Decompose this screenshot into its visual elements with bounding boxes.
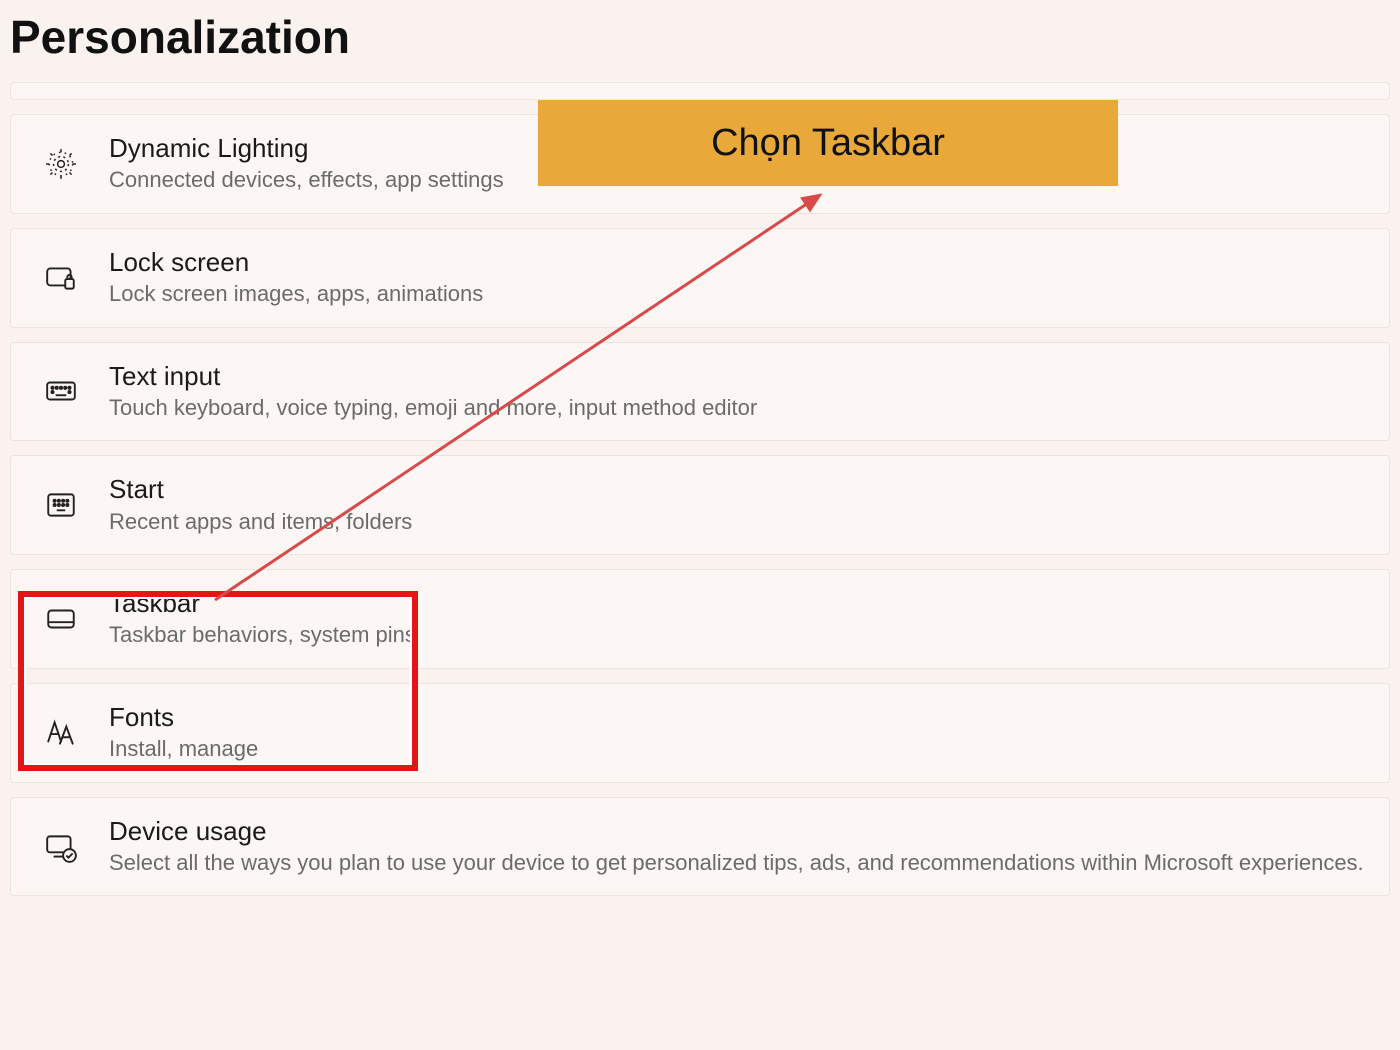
item-title: Taskbar: [109, 588, 1367, 619]
start-icon: [41, 485, 81, 525]
settings-item-text-input[interactable]: Text input Touch keyboard, voice typing,…: [10, 342, 1390, 442]
device-usage-icon: [41, 827, 81, 867]
settings-item-start[interactable]: Start Recent apps and items, folders: [10, 455, 1390, 555]
item-desc: Install, manage: [109, 735, 1367, 764]
lock-screen-icon: [41, 258, 81, 298]
item-title: Device usage: [109, 816, 1367, 847]
page-title: Personalization: [0, 0, 1400, 82]
settings-item-lock-screen[interactable]: Lock screen Lock screen images, apps, an…: [10, 228, 1390, 328]
fonts-icon: [41, 713, 81, 753]
annotation-callout: Chọn Taskbar: [538, 100, 1118, 186]
item-title: Text input: [109, 361, 1367, 392]
settings-item-taskbar[interactable]: Taskbar Taskbar behaviors, system pins: [10, 569, 1390, 669]
item-desc: Touch keyboard, voice typing, emoji and …: [109, 394, 1367, 423]
item-desc: Select all the ways you plan to use your…: [109, 849, 1367, 878]
list-top-edge: [10, 82, 1390, 100]
item-title: Lock screen: [109, 247, 1367, 278]
item-title: Fonts: [109, 702, 1367, 733]
keyboard-icon: [41, 371, 81, 411]
dynamic-lighting-icon: [41, 144, 81, 184]
settings-list: Dynamic Lighting Connected devices, effe…: [0, 82, 1400, 896]
settings-item-device-usage[interactable]: Device usage Select all the ways you pla…: [10, 797, 1390, 897]
item-title: Start: [109, 474, 1367, 505]
item-desc: Lock screen images, apps, animations: [109, 280, 1367, 309]
taskbar-icon: [41, 599, 81, 639]
settings-item-fonts[interactable]: Fonts Install, manage: [10, 683, 1390, 783]
item-desc: Recent apps and items, folders: [109, 508, 1367, 537]
item-desc: Taskbar behaviors, system pins: [109, 621, 1367, 650]
